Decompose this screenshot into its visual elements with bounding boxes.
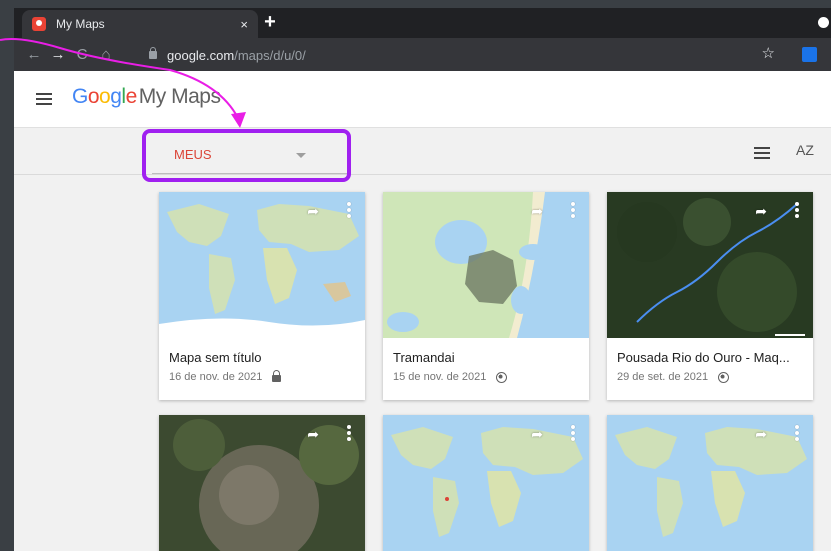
map-thumbnail[interactable]: ➦ [383, 415, 589, 551]
map-date-row: 15 de nov. de 2021 [393, 371, 579, 383]
product-name: My Maps [138, 85, 221, 108]
map-card-info: Pousada Rio do Ouro - Maq... 29 de set. … [607, 338, 813, 400]
logo-letter: o [99, 85, 111, 108]
map-card[interactable]: ➦ [159, 415, 365, 551]
map-date-row: 29 de set. de 2021 [617, 371, 803, 383]
globe-icon [718, 371, 730, 383]
map-thumbnail[interactable]: ➦ [159, 192, 365, 338]
more-options-icon[interactable] [571, 425, 575, 443]
globe-icon [496, 371, 508, 383]
map-card[interactable]: ➦ Mapa sem título 16 de nov. de 2021 [159, 192, 365, 400]
map-thumbnail[interactable]: ➦ [607, 192, 813, 338]
url-path: /maps/d/u/0/ [234, 47, 306, 63]
url-field[interactable]: google.com/maps/d/u/0/ [149, 45, 306, 65]
share-icon[interactable]: ➦ [307, 203, 319, 220]
menu-icon[interactable] [36, 93, 52, 105]
google-my-maps-logo[interactable]: GoogleMy Maps [72, 85, 221, 109]
more-options-icon[interactable] [347, 202, 351, 220]
map-card[interactable]: ➦ Tramandai 15 de nov. de 2021 [383, 192, 589, 400]
logo-letter: g [110, 85, 122, 108]
browser-tab-bar: My Maps × + [14, 8, 831, 38]
map-title: Tramandai [393, 350, 455, 365]
back-button[interactable]: ← [22, 46, 46, 63]
forward-button[interactable]: → [46, 46, 70, 63]
map-thumbnail[interactable]: ➦ [159, 415, 365, 551]
bookmark-star-icon[interactable]: ☆ [762, 44, 775, 62]
secure-lock-icon [149, 47, 157, 59]
more-options-icon[interactable] [347, 425, 351, 443]
home-button[interactable]: ⌂ [94, 46, 118, 63]
profile-icon[interactable] [818, 17, 829, 28]
share-icon[interactable]: ➦ [755, 426, 767, 443]
logo-letter: e [125, 85, 138, 108]
new-tab-button[interactable]: + [258, 11, 282, 34]
map-date-row: 16 de nov. de 2021 [169, 370, 355, 383]
map-card[interactable]: ➦ [383, 415, 589, 551]
map-date: 16 de nov. de 2021 [169, 371, 263, 383]
share-icon[interactable]: ➦ [531, 203, 543, 220]
list-view-icon[interactable] [754, 147, 770, 159]
share-icon[interactable]: ➦ [755, 203, 767, 220]
map-card-info: Tramandai 15 de nov. de 2021 [383, 338, 589, 400]
extension-icon[interactable] [802, 47, 817, 62]
more-options-icon[interactable] [795, 425, 799, 443]
logo-letter: G [72, 85, 88, 108]
tab-title: My Maps [56, 17, 105, 31]
more-options-icon[interactable] [795, 202, 799, 220]
maps-favicon-icon [32, 17, 46, 31]
logo-letter: o [87, 85, 100, 108]
map-card[interactable]: ➦ Pousada Rio do Ouro - Maq... 29 de set… [607, 192, 813, 400]
url-host: google.com [167, 47, 235, 63]
map-title: Pousada Rio do Ouro - Maq... [617, 350, 790, 365]
my-maps-page: GoogleMy Maps MEUS AZ ➦ Mapa sem título … [14, 71, 831, 551]
map-title: Mapa sem título [169, 350, 262, 365]
map-date: 15 de nov. de 2021 [393, 371, 487, 383]
tab-close-icon[interactable]: × [240, 17, 248, 32]
app-header: GoogleMy Maps [14, 71, 831, 128]
filter-toolbar: MEUS AZ [14, 129, 831, 182]
map-date: 29 de set. de 2021 [617, 371, 709, 383]
map-thumbnail[interactable]: ➦ [607, 415, 813, 551]
annotation-highlight-box [142, 129, 351, 182]
share-icon[interactable]: ➦ [307, 426, 319, 443]
sort-az-icon[interactable]: AZ [796, 142, 814, 158]
lock-icon [272, 370, 282, 382]
share-icon[interactable]: ➦ [531, 426, 543, 443]
map-card-info: Mapa sem título 16 de nov. de 2021 [159, 338, 365, 400]
browser-tab[interactable]: My Maps × [22, 10, 258, 38]
more-options-icon[interactable] [571, 202, 575, 220]
map-card[interactable]: ➦ [607, 415, 813, 551]
map-thumbnail[interactable]: ➦ [383, 192, 589, 338]
browser-address-bar: ← → C ⌂ google.com/maps/d/u/0/ ☆ [14, 38, 831, 71]
reload-button[interactable]: C [70, 46, 94, 63]
